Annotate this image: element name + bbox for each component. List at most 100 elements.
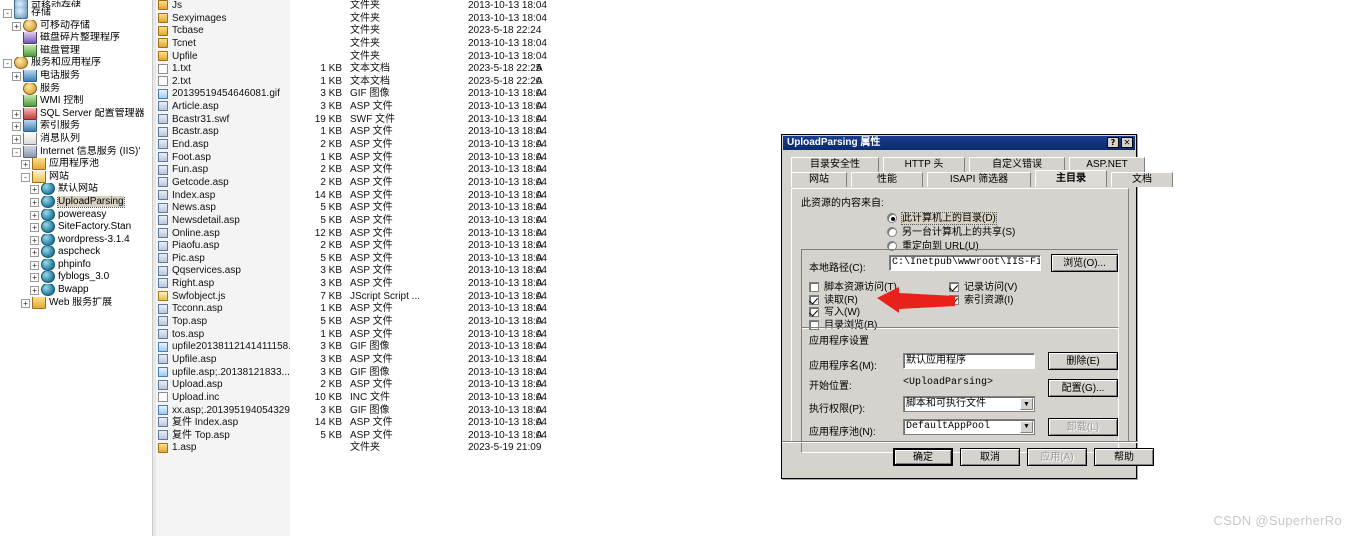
file-list-row[interactable]: 复件 Index.asp (156, 417, 290, 430)
file-detail-row[interactable]: 3 KB ASP 文件 2013-10-13 18:04 A (290, 101, 610, 114)
application-pool-select[interactable]: DefaultAppPool ▼ (903, 419, 1035, 435)
file-list-row[interactable]: Pic.asp (156, 253, 290, 266)
help-button[interactable]: 帮助 (1094, 448, 1154, 466)
expand-icon[interactable]: + (30, 248, 39, 258)
file-detail-row[interactable]: 1 KB ASP 文件 2013-10-13 18:04 A (290, 303, 610, 316)
file-list-row[interactable]: Getcode.asp (156, 177, 290, 190)
expand-icon[interactable]: + (30, 197, 39, 207)
tree-item-[interactable]: 可移动存储 (0, 0, 152, 7)
file-detail-row[interactable]: 1 KB 文本文档 2023-5-18 22:20 A (290, 76, 610, 89)
tree-item-[interactable]: + 消息队列 (0, 132, 152, 146)
tree-item-[interactable]: 磁盘碎片整理程序 (0, 32, 152, 45)
file-list-row[interactable]: Sexyimages (156, 13, 290, 26)
tree-item-[interactable]: - 存储 (0, 7, 152, 20)
file-detail-row[interactable]: 5 KB ASP 文件 2013-10-13 18:04 A (290, 316, 610, 329)
expand-icon[interactable]: + (30, 210, 39, 220)
help-icon[interactable]: ? (1107, 137, 1119, 148)
file-detail-row[interactable]: 7 KB JScript Script ... 2013-10-13 18:04 A (290, 291, 610, 304)
expand-icon[interactable]: + (30, 235, 39, 245)
file-detail-row[interactable]: 文件夹 2013-10-13 18:04 (290, 0, 610, 13)
expand-icon[interactable]: + (12, 109, 21, 119)
tab-[interactable]: 目录安全性 (791, 157, 879, 172)
file-list-detail-columns[interactable]: 文件夹 2013-10-13 18:04 文件夹 2013-10-13 18:04 文件… (290, 0, 610, 536)
file-detail-row[interactable]: 文件夹 2013-10-13 18:04 (290, 38, 610, 51)
tree-item-bwapp[interactable]: + Bwapp (0, 284, 152, 297)
file-detail-row[interactable]: 10 KB INC 文件 2013-10-13 18:04 A (290, 392, 610, 405)
tree-item-[interactable]: + 默认网站 (0, 183, 152, 196)
file-detail-row[interactable]: 3 KB ASP 文件 2013-10-13 18:04 A (290, 278, 610, 291)
expand-icon[interactable]: + (30, 185, 39, 195)
file-list-row[interactable]: Bcastr31.swf (156, 114, 290, 127)
file-list-row[interactable]: Upload.inc (156, 392, 290, 405)
file-detail-row[interactable]: 1 KB ASP 文件 2013-10-13 18:04 A (290, 152, 610, 165)
tree-item-[interactable]: + 索引服务 (0, 120, 152, 133)
checkbox-option[interactable]: 索引资源(I) (949, 291, 1013, 306)
file-list-row[interactable]: Upfile (156, 51, 290, 64)
close-icon[interactable]: ✕ (1121, 137, 1133, 148)
console-tree-pane[interactable]: 可移动存储 - 存储 + 可移动存储 磁盘碎片整理程序 磁盘管理 - 服务和应用程序 + 电话服务服… (0, 0, 152, 536)
file-list-row[interactable]: Swfobject.js (156, 291, 290, 304)
tree-item-fyblogs-3-0[interactable]: + fyblogs_3.0 (0, 271, 152, 284)
file-list-row[interactable]: Upfile.asp (156, 354, 290, 367)
file-list-row[interactable]: Upload.asp (156, 379, 290, 392)
tab-strip-row-2[interactable]: 网站 性能 ISAPI 筛选器 主目录 文档 (791, 170, 1173, 187)
expand-icon[interactable]: + (12, 21, 21, 31)
file-detail-row[interactable]: 5 KB ASP 文件 2013-10-13 18:04 A (290, 215, 610, 228)
collapse-icon[interactable]: - (3, 59, 12, 69)
file-detail-row[interactable]: 14 KB ASP 文件 2013-10-13 18:04 A (290, 190, 610, 203)
tree-item-aspcheck[interactable]: + aspcheck (0, 246, 152, 259)
tree-item-powereasy[interactable]: + powereasy (0, 208, 152, 222)
cancel-button[interactable]: 取消 (960, 448, 1020, 466)
file-detail-row[interactable]: 1 KB 文本文档 2023-5-18 22:25 A (290, 63, 610, 76)
tree-item-internet-iis[interactable]: - Internet 信息服务 (IIS)' (0, 145, 152, 159)
file-list-row[interactable]: 1.txt (156, 63, 290, 76)
tab-[interactable]: 文档 (1111, 172, 1173, 187)
dialog-title-bar[interactable]: UploadParsing 属性 ? ✕ (783, 136, 1135, 150)
file-detail-row[interactable]: 3 KB GIF 图像 2013-10-13 18:04 A (290, 88, 610, 101)
tree-item-sitefactory-stan[interactable]: + SiteFactory.Stan (0, 221, 152, 234)
file-list-row[interactable]: 复件 Top.asp (156, 430, 290, 443)
file-detail-row[interactable]: 2 KB ASP 文件 2013-10-13 18:04 A (290, 379, 610, 392)
tab-[interactable]: 网站 (791, 172, 847, 187)
file-list-row[interactable]: Tcbase (156, 25, 290, 38)
tree-item-wmi[interactable]: WMI 控制 (0, 95, 152, 108)
properties-dialog[interactable]: UploadParsing 属性 ? ✕ 目录安全性 HTTP 头自定义错误 ASP… (781, 134, 1173, 479)
file-detail-row[interactable]: 19 KB SWF 文件 2013-10-13 18:04 A (290, 114, 610, 127)
expand-icon[interactable]: + (12, 134, 21, 144)
file-list-row[interactable]: upfile20138112141411158... (156, 341, 290, 354)
ok-button[interactable]: 确定 (893, 448, 953, 466)
expand-icon[interactable]: + (30, 223, 39, 233)
expand-icon[interactable]: + (30, 273, 39, 283)
file-list-row[interactable]: 20139519454646081.gif (156, 88, 290, 101)
tab-[interactable]: 主目录 (1035, 170, 1107, 187)
file-list-row[interactable]: Tcconn.asp (156, 303, 290, 316)
file-detail-row[interactable]: 5 KB ASP 文件 2013-10-13 18:04 A (290, 430, 610, 443)
file-list-row[interactable]: News.asp (156, 202, 290, 215)
browse-button[interactable]: 浏览(O)... (1051, 254, 1118, 272)
tree-item-phpinfo[interactable]: + phpinfo (0, 258, 152, 272)
chevron-down-icon[interactable]: ▼ (1020, 421, 1033, 433)
tab-[interactable]: 性能 (851, 172, 923, 187)
file-detail-row[interactable]: 3 KB GIF 图像 2013-10-13 18:04 A (290, 405, 610, 418)
expand-icon[interactable]: + (12, 122, 21, 132)
file-list-row[interactable]: Js (156, 0, 290, 13)
tab-http[interactable]: HTTP 头 (883, 157, 965, 172)
expand-icon[interactable]: + (21, 298, 30, 308)
tree-item-[interactable]: + 可移动存储 (0, 19, 152, 33)
app-name-input[interactable]: 默认应用程序 (903, 353, 1035, 369)
file-detail-row[interactable]: 3 KB ASP 文件 2013-10-13 18:04 A (290, 354, 610, 367)
file-list-row[interactable]: Fun.asp (156, 164, 290, 177)
tab-isapi[interactable]: ISAPI 筛选器 (927, 172, 1031, 187)
file-detail-row[interactable]: 2 KB ASP 文件 2013-10-13 18:04 A (290, 164, 610, 177)
tree-item-uploadparsing[interactable]: + UploadParsing (0, 195, 152, 209)
tree-item-[interactable]: - 服务和应用程序 (0, 57, 152, 70)
tree-item-wordpress-3-1-4[interactable]: + wordpress-3.1.4 (0, 233, 152, 247)
file-detail-row[interactable]: 2 KB ASP 文件 2013-10-13 18:04 A (290, 240, 610, 253)
file-list-row[interactable]: 1.asp (156, 442, 290, 455)
file-list-row[interactable]: Online.asp (156, 228, 290, 241)
expand-icon[interactable]: + (30, 260, 39, 270)
file-list-row[interactable]: Piaofu.asp (156, 240, 290, 253)
file-detail-row[interactable]: 2 KB ASP 文件 2013-10-13 18:04 A (290, 177, 610, 190)
expand-icon[interactable]: + (12, 71, 21, 81)
file-detail-row[interactable]: 12 KB ASP 文件 2013-10-13 18:04 A (290, 228, 610, 241)
